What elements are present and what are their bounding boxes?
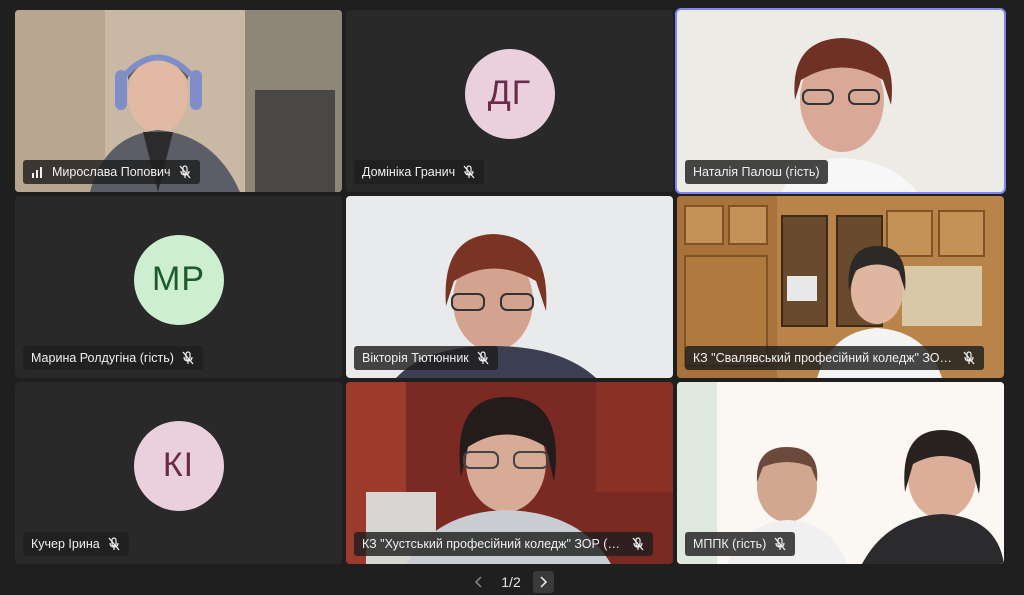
video-grid: Мирослава Попович ДГ Домініка Гранич Нат… (0, 0, 1024, 595)
participant-name-tag: КЗ "Хустський професійний коледж" ЗОР (г… (354, 532, 653, 556)
participant-name-tag: Марина Ролдугіна (гість) (23, 346, 203, 370)
participant-name: КЗ "Хустський професійний коледж" ЗОР (г… (362, 537, 624, 551)
mic-muted-icon (631, 537, 645, 551)
chevron-right-icon (540, 575, 548, 588)
participant-name: Мирослава Попович (52, 165, 171, 179)
page-navigator: 1/2 (468, 568, 554, 595)
mic-muted-icon (462, 165, 476, 179)
participant-name: Домініка Гранич (362, 165, 456, 179)
mic-muted-icon (476, 351, 490, 365)
participant-name-tag: Домініка Гранич (354, 160, 485, 184)
participant-name: МППК (гість) (693, 537, 767, 551)
participant-tile-5[interactable]: Вікторія Тютюнник (346, 196, 673, 378)
signal-strength-icon (31, 165, 45, 179)
mic-muted-icon (773, 537, 787, 551)
participant-name: Кучер Ірина (31, 537, 100, 551)
mic-muted-icon (181, 351, 195, 365)
participant-tile-4[interactable]: МР Марина Ролдугіна (гість) (15, 196, 342, 378)
mic-muted-icon (962, 351, 976, 365)
participant-name: Наталія Палош (гість) (693, 165, 820, 179)
participant-tile-9[interactable]: МППК (гість) (677, 382, 1004, 564)
participant-name-tag: Мирослава Попович (23, 160, 200, 184)
participant-name: Марина Ролдугіна (гість) (31, 351, 174, 365)
mic-muted-icon (178, 165, 192, 179)
participant-tile-6[interactable]: КЗ "Свалявський професійний коледж" ЗОР.… (677, 196, 1004, 378)
mic-muted-icon (107, 537, 121, 551)
participant-tile-8[interactable]: КЗ "Хустський професійний коледж" ЗОР (г… (346, 382, 673, 564)
next-page-button[interactable] (532, 570, 554, 593)
participant-tile-1[interactable]: Мирослава Попович (15, 10, 342, 192)
participant-name: КЗ "Свалявський професійний коледж" ЗОР.… (693, 351, 955, 365)
participant-tile-2[interactable]: ДГ Домініка Гранич (346, 10, 673, 192)
participant-tile-3[interactable]: Наталія Палош (гість) (675, 8, 1006, 194)
participant-name-tag: Наталія Палош (гість) (685, 160, 828, 184)
participant-name-tag: Вікторія Тютюнник (354, 346, 498, 370)
page-indicator: 1/2 (501, 573, 521, 590)
participant-name-tag: Кучер Ірина (23, 532, 129, 556)
participant-tile-7[interactable]: КІ Кучер Ірина (15, 382, 342, 564)
participant-avatar: КІ (133, 420, 224, 511)
participant-name-tag: КЗ "Свалявський професійний коледж" ЗОР.… (685, 346, 984, 370)
chevron-left-icon (474, 575, 482, 588)
participant-avatar: ДГ (464, 48, 555, 139)
participant-name-tag: МППК (гість) (685, 532, 796, 556)
participant-name: Вікторія Тютюнник (362, 351, 469, 365)
previous-page-button[interactable] (468, 571, 489, 593)
participant-avatar: МР (133, 234, 224, 325)
